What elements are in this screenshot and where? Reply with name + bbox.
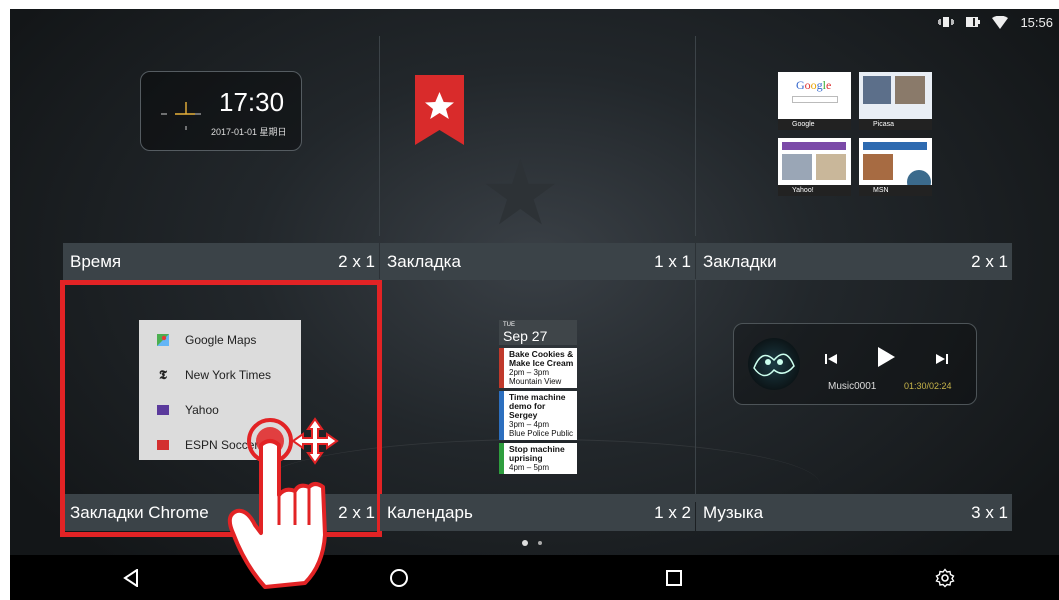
next-icon [935,350,949,371]
event-color-bar [499,443,504,474]
page-dot-active [522,540,528,546]
page-indicator [522,540,542,546]
page-dot [538,541,542,545]
calendar-event: Bake Cookies & Make Ice Cream 2pm – 3pm … [499,348,577,388]
event-color-bar [499,391,504,440]
widget-bookmark[interactable] [380,36,695,273]
widget-name: Календарь [387,502,473,522]
navigation-bar [10,555,1059,600]
vibrate-icon [938,16,955,28]
widget-name: Музыка [703,502,764,522]
drag-gesture-hand-icon [227,417,339,589]
bookmarks-thumbnails: Google Google Picasa Yahoo! MSN [778,72,932,200]
status-time: 15:56 [1020,14,1053,30]
widget-label-bar: Время 2 x 1 [63,243,379,280]
calendar-preview: TUE Sep 27 Bake Cookies & Make Ice Cream… [499,320,577,485]
screen: ★ 15:56 17:30 2017-01-01 星期日 Время 2 x 1… [0,0,1059,600]
widget-picker: ★ 15:56 17:30 2017-01-01 星期日 Время 2 x 1… [10,9,1059,600]
music-progress: 01:30/02:24 [904,381,952,391]
calendar-date: Sep 27 [503,328,548,344]
status-bar: 15:56 [938,9,1059,35]
settings-icon[interactable] [930,563,960,593]
recents-icon[interactable] [659,563,689,593]
widget-size: 3 x 1 [971,502,1008,522]
play-icon [876,346,896,373]
thumbnail-msn: MSN [859,138,932,196]
clock-widget-preview: 17:30 2017-01-01 星期日 [140,71,302,151]
clock-date: 2017-01-01 星期日 [211,127,287,137]
wifi-icon [992,15,1009,29]
widget-size: 2 x 1 [338,251,375,271]
album-cover [748,338,800,390]
thumbnail-caption: Picasa [859,119,932,130]
thumbnail-caption: MSN [859,185,932,196]
previous-icon [824,350,838,371]
widget-name: Закладки [703,251,777,271]
widget-size: 2 x 1 [971,251,1008,271]
event-color-bar [499,348,504,388]
battery-icon [966,16,981,28]
home-icon[interactable] [384,563,414,593]
bookmark-ribbon-icon [415,75,464,145]
music-preview: Music0001 01:30/02:24 [733,323,977,405]
widget-name: Закладка [387,251,461,271]
clock-time: 17:30 [219,87,285,117]
widget-size: 1 x 2 [654,502,691,522]
back-icon[interactable] [116,563,146,593]
calendar-event: Time machine demo for Sergey 3pm – 4pm B… [499,391,577,440]
thumbnail-caption: Yahoo! [778,185,851,196]
widget-label-bar: Календарь 1 x 2 [380,494,695,531]
widget-label-bar: Закладки 2 x 1 [696,243,1012,280]
widget-label-bar: Музыка 3 x 1 [696,494,1012,531]
analog-clock-icon [161,102,201,130]
thumbnail-yahoo: Yahoo! [778,138,851,196]
thumbnail-caption: Google [778,119,851,130]
thumbnail-picasa: Picasa [859,72,932,130]
calendar-header: TUE Sep 27 [499,320,577,345]
music-title: Music0001 [828,381,877,392]
widget-size: 1 x 1 [654,251,691,271]
calendar-event: Stop machine uprising 4pm – 5pm [499,443,577,474]
widget-name: Время [70,251,122,271]
widget-label-bar: Закладка 1 x 1 [380,243,695,280]
thumbnail-google: Google Google [778,72,851,130]
